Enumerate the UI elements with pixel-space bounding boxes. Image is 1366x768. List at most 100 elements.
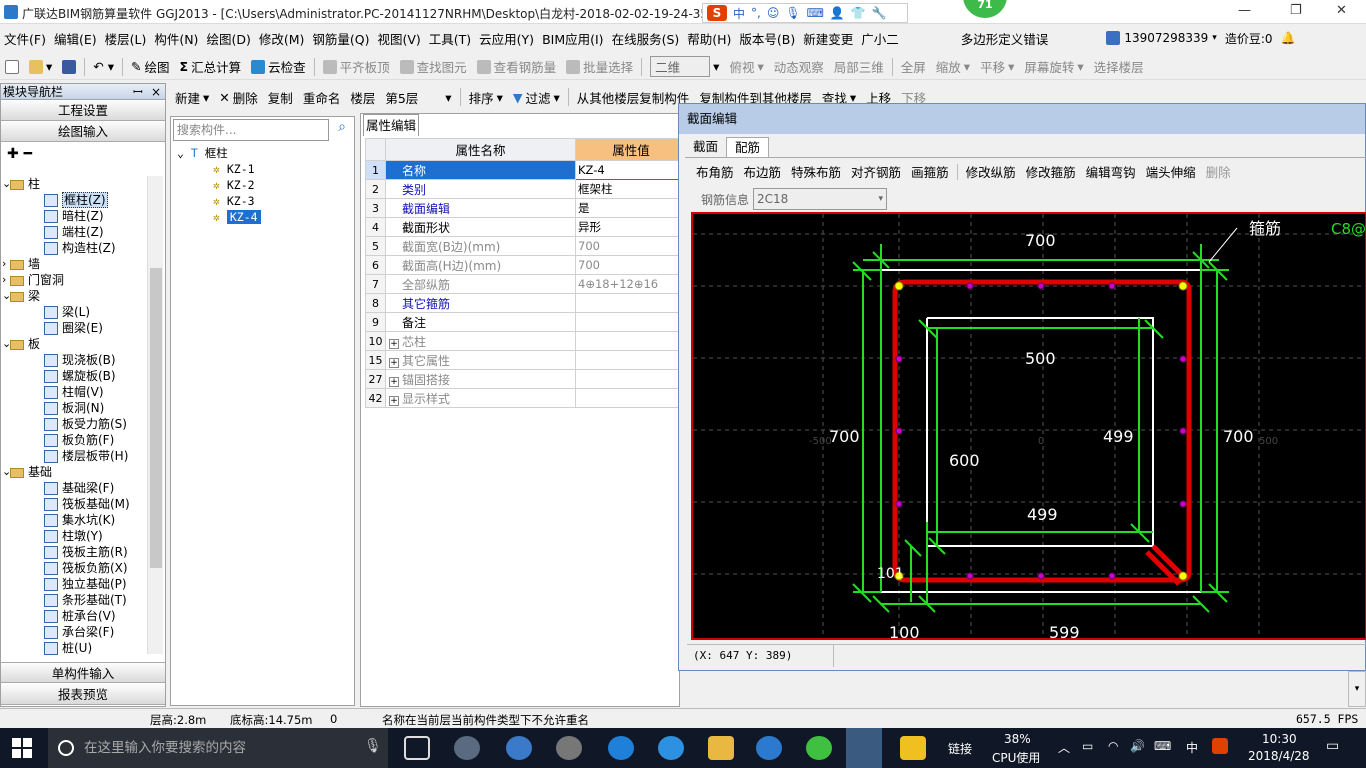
component-item[interactable]: ✲ KZ-1 [213,161,255,177]
tree-item[interactable]: 基础梁(F) [4,480,150,496]
menu-item-2[interactable]: 楼层(L) [101,29,151,48]
local-3d-button[interactable]: 局部三维 [829,57,889,76]
rebar-tool-button[interactable]: 删除 [1201,162,1236,181]
property-row[interactable]: 1 名称 KZ-4 [365,160,685,180]
tree-item[interactable]: 暗柱(Z) [4,208,150,224]
tree-item[interactable]: 板负筋(F) [4,432,150,448]
menu-item-0[interactable]: 文件(F) [0,29,50,48]
menu-item-1[interactable]: 编辑(E) [50,29,101,48]
tree-item[interactable]: 独立基础(P) [4,576,150,592]
top-view-button[interactable]: 俯视 ▾ [724,57,768,76]
shirt-icon[interactable]: 👕 [851,6,866,20]
property-value[interactable]: 框架柱 [575,179,685,199]
component-search-input[interactable]: 搜索构件... [173,119,329,141]
view-rebar-button[interactable]: 查看钢筋量 [472,57,562,76]
floor-top-button[interactable]: 平齐板顶 [318,57,395,76]
ggj-app-icon-active[interactable] [846,728,882,768]
spiral-app-icon[interactable] [556,736,582,760]
property-value[interactable] [575,312,685,332]
rebar-tool-button[interactable]: 画箍筋 [906,162,954,181]
rebar-tool-button[interactable]: 布边筋 [739,162,787,181]
rebar-tool-button[interactable]: 特殊布筋 [786,162,846,181]
beans-balance[interactable]: 造价豆:0 [1225,30,1273,47]
open-file-icon[interactable]: ▾ [24,59,57,74]
volume-icon[interactable]: 🔊 [1130,739,1145,753]
property-value[interactable] [575,293,685,313]
view-mode-select[interactable]: 二维 ▾ [645,56,724,77]
project-settings-button[interactable]: 工程设置 [1,100,165,121]
undo-icon[interactable]: ↶ ▾ [88,59,119,74]
menu-item-5[interactable]: 修改(M) [255,29,309,48]
property-value[interactable]: 是 [575,198,685,218]
rebar-tool-button[interactable]: 修改箍筋 [1021,162,1081,181]
section-canvas[interactable]: -500 0 500 700 700 700 500 499 499 600 1… [691,212,1366,640]
property-row[interactable]: 10 + 芯柱 [365,331,685,351]
expand-toggle-icon[interactable]: › [2,272,6,288]
property-value[interactable] [575,388,685,408]
tray-expand-icon[interactable]: ︿ [1058,739,1070,756]
delete-button[interactable]: ✕ 删除 [214,88,263,107]
tree-item[interactable]: 端柱(Z) [4,224,150,240]
menu-item-10[interactable]: BIM应用(I) [538,29,608,48]
menu-item-7[interactable]: 视图(V) [373,29,424,48]
property-value[interactable] [575,350,685,370]
link-label[interactable]: 链接 [948,740,972,757]
main-scrollbar[interactable]: ▾ [1348,671,1366,707]
single-component-button[interactable]: 单构件输入 [1,662,165,683]
menu-item-3[interactable]: 构件(N) [150,29,202,48]
battery-icon[interactable]: ▭ [1082,739,1093,753]
copy-from-floor-button[interactable]: 从其他楼层复制构件 [572,88,695,107]
fullscreen-button[interactable]: 全屏 [896,57,931,76]
menu-item-15[interactable]: 广小二 [857,29,903,48]
file-explorer-icon[interactable] [708,736,734,760]
minimize-icon[interactable]: — [1238,3,1251,18]
property-value[interactable] [575,369,685,389]
search-icon[interactable]: ⌕ [331,119,353,141]
expand-plus-icon[interactable]: + [389,338,399,349]
ie-icon[interactable] [658,736,684,760]
windows-start-icon[interactable] [12,738,32,758]
notify-icon[interactable]: 🔔 [1281,31,1296,45]
edge-browser-icon[interactable] [608,736,634,760]
rebar-tool-button[interactable]: 编辑弯钩 [1081,162,1141,181]
expand-toggle-icon[interactable]: ⌄ [2,464,11,480]
menu-item-9[interactable]: 云应用(Y) [475,29,538,48]
property-value[interactable] [575,331,685,351]
tree-folder[interactable]: ⌄ 基础 [2,464,150,480]
pin-icon[interactable]: ꟷ [133,84,143,100]
glodon-app-icon[interactable] [756,736,782,760]
component-item[interactable]: ✲ KZ-2 [213,177,255,193]
tree-item[interactable]: 构造柱(Z) [4,240,150,256]
property-value[interactable]: 异形 [575,217,685,237]
tree-item[interactable]: 柱墩(Y) [4,528,150,544]
zoom-button[interactable]: 缩放 ▾ [931,57,975,76]
find-element-button[interactable]: 查找图元 [395,57,472,76]
tree-item[interactable]: 板受力筋(S) [4,416,150,432]
notification-center-icon[interactable]: ▭ [1326,738,1339,754]
tree-item[interactable]: 承台梁(F) [4,624,150,640]
tab-rebar[interactable]: 配筋 [726,137,770,157]
tab-section[interactable]: 截面 [685,137,726,157]
mic-icon[interactable]: 🎙 [364,738,382,754]
error-notice[interactable]: 多边形定义错误 [961,29,1049,48]
pan-button[interactable]: 平移 ▾ [975,57,1019,76]
property-row[interactable]: 2 类别 框架柱 [365,179,685,199]
property-row[interactable]: 27 + 锚固搭接 [365,369,685,389]
property-value[interactable]: KZ-4 [575,160,685,180]
tree-folder[interactable]: ⌄ 梁 [2,288,150,304]
tree-folder[interactable]: › 门窗洞 [2,272,150,288]
menu-item-12[interactable]: 帮助(H) [683,29,735,48]
tree-item[interactable]: 条形基础(T) [4,592,150,608]
tree-item[interactable]: 梁(L) [4,304,150,320]
menu-item-13[interactable]: 版本号(B) [735,29,799,48]
rebar-tool-button[interactable]: 布角筋 [691,162,739,181]
property-row[interactable]: 8 其它箍筋 [365,293,685,313]
expand-toggle-icon[interactable]: ⌄ [2,176,11,192]
rebar-tool-button[interactable]: 对齐钢筋 [846,162,906,181]
tree-item[interactable]: 螺旋板(B) [4,368,150,384]
menu-item-4[interactable]: 绘图(D) [202,29,254,48]
menu-item-14[interactable]: 新建变更 [799,29,857,48]
dynamic-view-button[interactable]: 动态观察 [769,57,829,76]
mic-icon[interactable]: 🎙 [785,6,800,20]
tree-item[interactable]: 筏板基础(M) [4,496,150,512]
